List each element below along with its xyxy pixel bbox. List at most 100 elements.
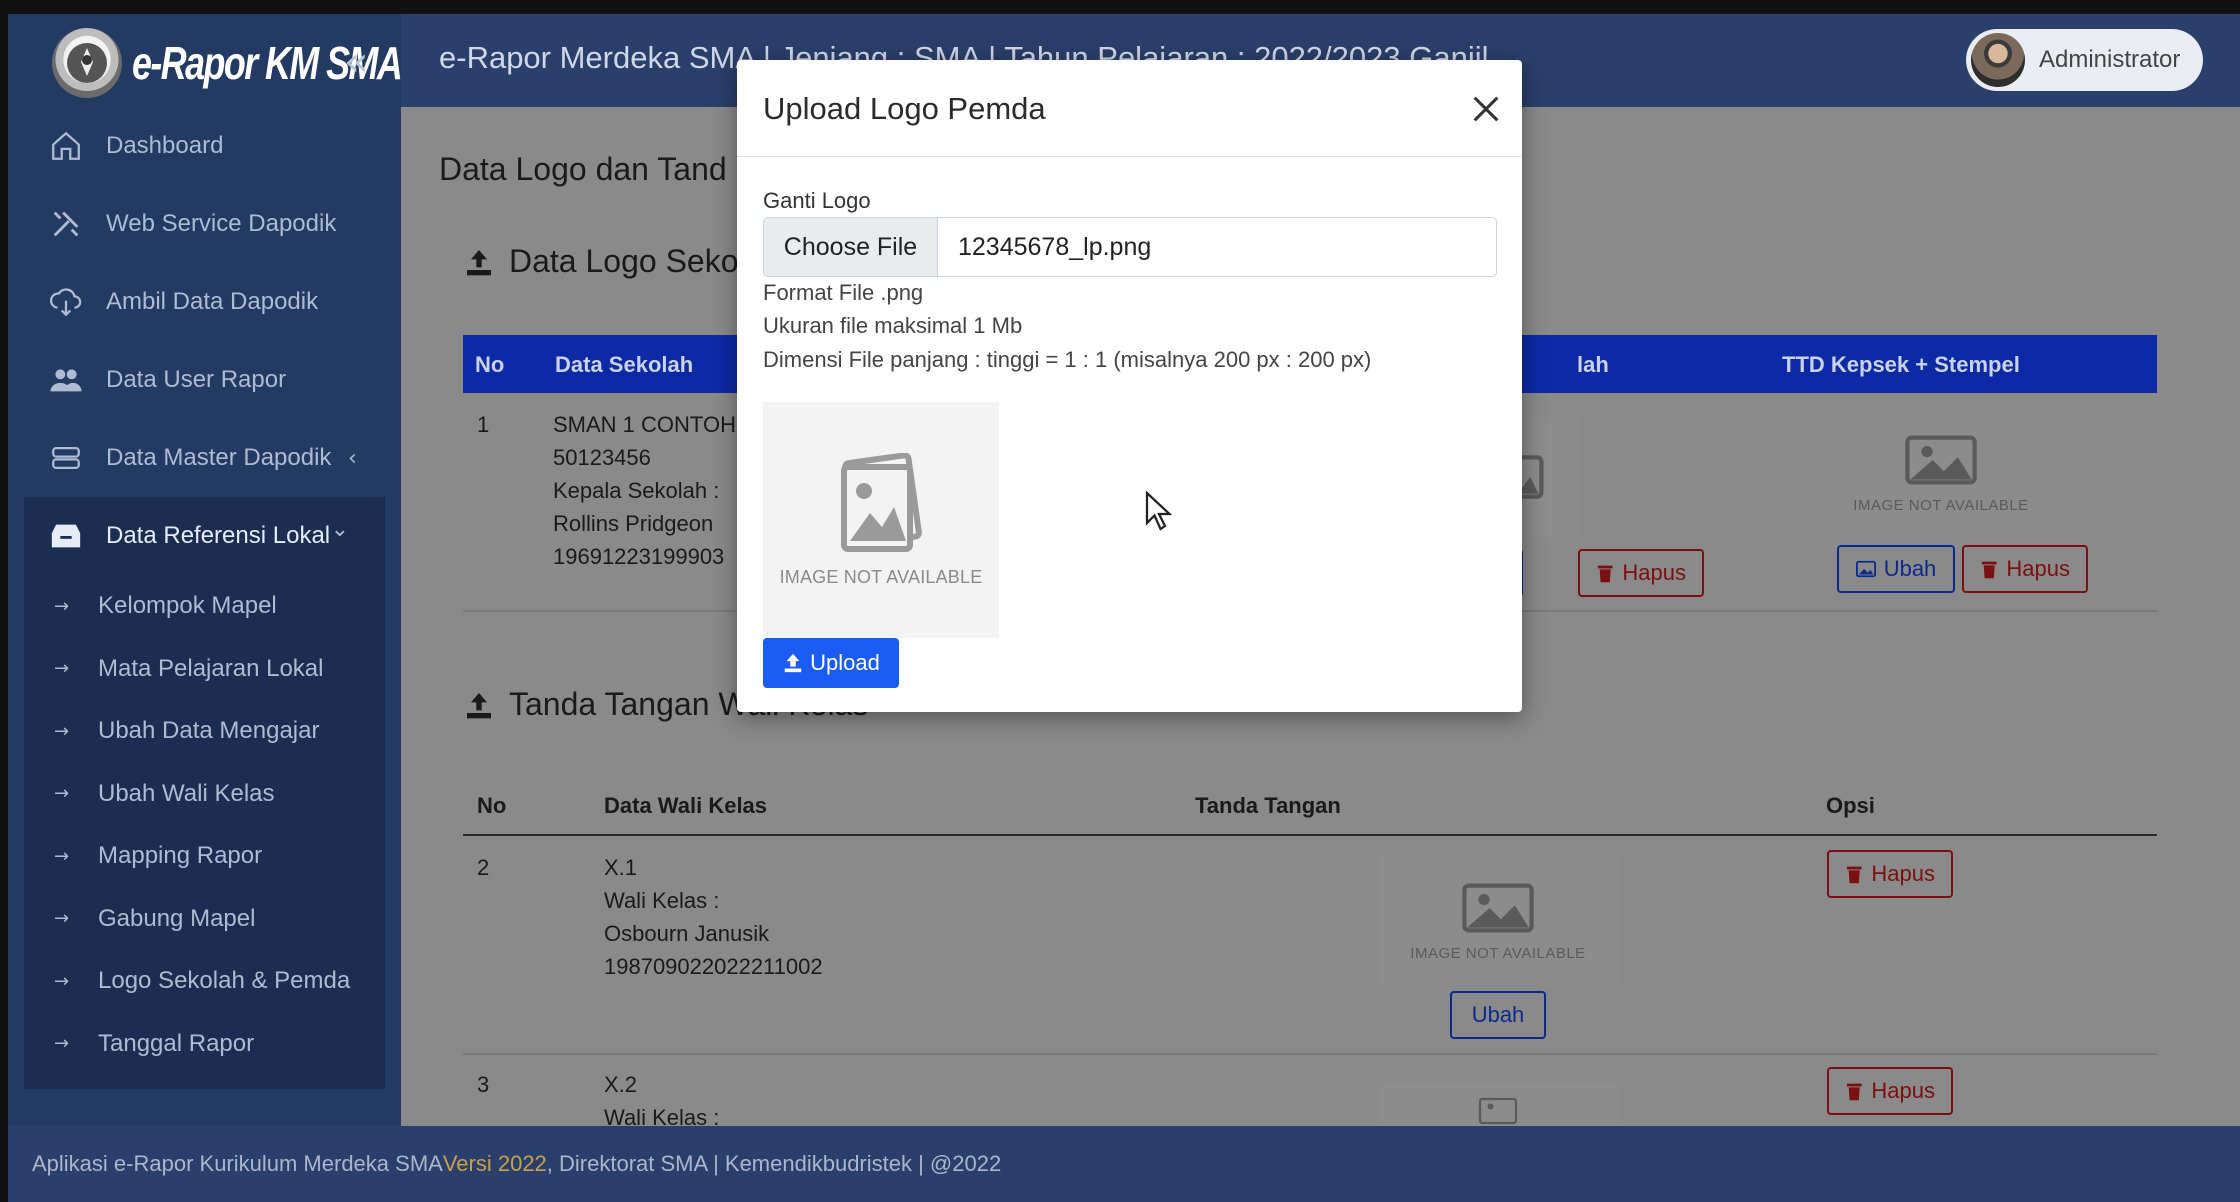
col-logo-partial: lah (1577, 352, 1609, 377)
help-dimension: Dimensi File panjang : tinggi = 1 : 1 (m… (763, 347, 1372, 372)
image-placeholder-icon (1905, 435, 1977, 484)
sidebar-item-data-referensi-lokal[interactable]: Data Referensi Lokal ⌄ (24, 497, 385, 575)
ubah-ttd-kepsek-button[interactable]: Ubah (1837, 545, 1955, 593)
close-icon[interactable] (1469, 92, 1503, 126)
hapus-ttd-wali-button[interactable]: Hapus (1827, 850, 1953, 898)
image-placeholder-icon (841, 452, 922, 552)
sidebar-subitem-logo-sekolah-pemda[interactable]: → Logo Sekolah & Pemda (24, 950, 385, 1013)
help-size: Ukuran file maksimal 1 Mb (763, 313, 1023, 338)
button-label: Hapus (2006, 556, 2070, 581)
sidebar-item-label: Data Master Dapodik (106, 444, 332, 471)
image-placeholder-icon (1462, 883, 1534, 932)
col-no: No (475, 352, 505, 377)
wali-kelas-nip: 198709022022211002 (604, 954, 823, 979)
upload-icon (467, 249, 491, 275)
ttd-wali-placeholder: IMAGE NOT AVAILABLE (1378, 855, 1618, 985)
subitem-label: Tanggal Rapor (98, 1029, 255, 1057)
image-not-available-text: IMAGE NOT AVAILABLE (1410, 944, 1586, 962)
upload-button[interactable]: Upload (763, 638, 899, 688)
sidebar-subitem-gabung-mapel[interactable]: → Gabung Mapel (24, 888, 385, 951)
brand: e-Rapor KM SMA « (8, 14, 403, 107)
sidebar: e-Rapor KM SMA « Dashboard Web Service D… (8, 14, 403, 1126)
database-icon (48, 440, 84, 476)
sidebar-item-web-service-dapodik[interactable]: Web Service Dapodik (8, 185, 401, 263)
sidebar-item-ambil-data-dapodik[interactable]: Ambil Data Dapodik (8, 263, 401, 341)
help-format: Format File .png (763, 280, 924, 305)
table2-header-divider (463, 834, 2157, 836)
subitem-label: Kelompok Mapel (98, 592, 277, 620)
user-menu[interactable]: Administrator (1966, 29, 2203, 91)
table2-row-divider (463, 1053, 2157, 1055)
sidebar-item-label: Data User Rapor (106, 366, 287, 393)
arrow-right-icon: → (54, 1033, 70, 1055)
school-npsn: 50123456 (553, 445, 651, 470)
sidebar-subitem-mata-pelajaran-lokal[interactable]: → Mata Pelajaran Lokal (24, 638, 385, 701)
kelas-name: X.2 (604, 1072, 638, 1097)
image-placeholder-icon (1478, 1097, 1518, 1125)
image-not-available-text: IMAGE NOT AVAILABLE (1853, 496, 2029, 514)
arrow-right-icon: → (54, 908, 70, 930)
footer-suffix: , Direktorat SMA | Kemendikbudristek | @… (546, 1151, 1002, 1176)
kepsek-name: Rollins Pridgeon (553, 511, 714, 536)
ganti-logo-label: Ganti Logo (763, 188, 871, 213)
choose-file-button[interactable]: Choose File (764, 218, 938, 276)
arrow-right-icon: → (54, 595, 70, 617)
home-icon (48, 128, 84, 164)
col-ttd-kepsek: TTD Kepsek + Stempel (1782, 352, 2020, 377)
screen: e-Rapor KM SMA « Dashboard Web Service D… (0, 0, 2240, 1202)
chevron-left-icon: ‹ (348, 445, 357, 471)
table1-row-no: 1 (477, 412, 490, 437)
hapus-logo-pemda-button[interactable]: Hapus (1578, 549, 1704, 597)
sidebar-item-data-user-rapor[interactable]: Data User Rapor (8, 341, 401, 419)
button-label: Upload (810, 650, 880, 675)
image-not-available-text: IMAGE NOT AVAILABLE (779, 566, 983, 587)
page-title: Data Logo dan Tand (439, 151, 727, 187)
button-label: Ubah (1471, 1002, 1525, 1027)
hapus-ttd-wali-button[interactable]: Hapus (1827, 1067, 1953, 1115)
sidebar-item-label: Web Service Dapodik (106, 210, 337, 237)
sidebar-subitem-ubah-data-mengajar[interactable]: → Ubah Data Mengajar (24, 700, 385, 763)
section-title-text: Data Logo Seko (509, 243, 739, 279)
subitem-label: Mapping Rapor (98, 842, 263, 870)
footer-prefix: Aplikasi e-Rapor Kurikulum Merdeka SMA (32, 1151, 443, 1176)
trash-icon (1846, 1083, 1862, 1101)
sidebar-item-data-master-dapodik[interactable]: Data Master Dapodik ‹ (8, 419, 401, 497)
upload-icon (784, 653, 802, 673)
modal-title: Upload Logo Pemda (763, 91, 1046, 126)
sidebar-subitem-kelompok-mapel[interactable]: → Kelompok Mapel (24, 575, 385, 638)
avatar (1971, 33, 2025, 87)
section-title-logo-sekolah: Data Logo Seko (463, 243, 739, 280)
sidebar-item-label: Data Referensi Lokal (106, 522, 331, 549)
users-icon (48, 362, 84, 398)
submenu-data-referensi-lokal: → Kelompok Mapel → Mata Pelajaran Lokal → U… (24, 575, 385, 1089)
upload-logo-pemda-modal: Upload Logo Pemda Ganti Logo Choose File… (737, 60, 1522, 712)
arrow-right-icon: → (54, 783, 70, 805)
subitem-label: Mata Pelajaran Lokal (98, 654, 324, 682)
sidebar-item-label: Dashboard (106, 132, 224, 159)
image-icon (1855, 560, 1876, 578)
trash-icon (1597, 565, 1613, 583)
footer-versi-link[interactable]: Versi 2022 (443, 1151, 547, 1177)
subitem-label: Ubah Data Mengajar (98, 717, 320, 745)
row-no: 2 (477, 855, 490, 880)
modal-header: Upload Logo Pemda (737, 60, 1522, 157)
arrow-right-icon: → (54, 658, 70, 680)
kepsek-label: Kepala Sekolah : (553, 478, 720, 503)
hapus-ttd-kepsek-button[interactable]: Hapus (1962, 545, 2088, 593)
sidebar-subitem-tanggal-rapor[interactable]: → Tanggal Rapor (24, 1013, 385, 1076)
upload-icon (467, 692, 491, 718)
ttd-kepsek-placeholder: IMAGE NOT AVAILABLE (1841, 407, 2041, 537)
sidebar-subitem-mapping-rapor[interactable]: → Mapping Rapor (24, 825, 385, 888)
sidebar-item-label: Ambil Data Dapodik (106, 288, 319, 315)
sidebar-collapse-button[interactable]: « (344, 42, 368, 82)
ubah-ttd-wali-button[interactable]: Ubah (1450, 991, 1546, 1039)
logo-file-input[interactable]: Choose File 12345678_lp.png (763, 217, 1497, 277)
button-label: Hapus (1871, 861, 1935, 886)
footer: Aplikasi e-Rapor Kurikulum Merdeka SMA V… (8, 1126, 2240, 1202)
button-label: Ubah (1883, 556, 1937, 581)
arrow-right-icon: → (54, 720, 70, 742)
kepsek-nip: 19691223199903 (553, 544, 725, 569)
sidebar-subitem-ubah-wali-kelas[interactable]: → Ubah Wali Kelas (24, 763, 385, 826)
sidebar-item-dashboard[interactable]: Dashboard (8, 107, 401, 185)
tools-icon (48, 206, 84, 242)
